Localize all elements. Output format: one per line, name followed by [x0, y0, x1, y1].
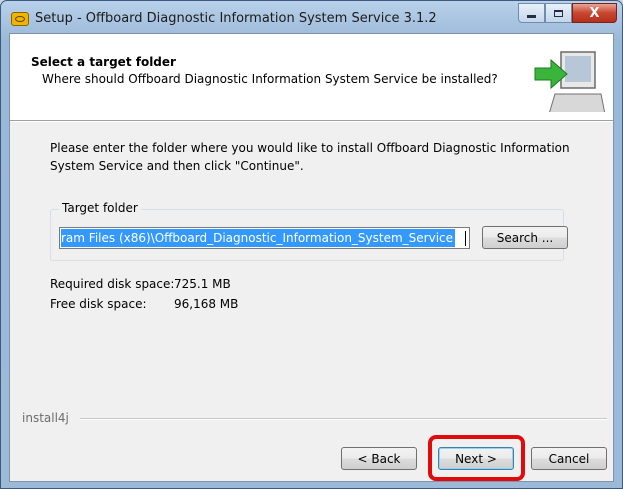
installer-app-icon [11, 12, 29, 26]
intro-text: Please enter the folder where you would … [50, 141, 570, 173]
target-folder-input[interactable]: ram Files (x86)\Offboard_Diagnostic_Info… [59, 227, 470, 249]
free-space-value: 96,168 MB [174, 297, 239, 311]
header-divider [10, 121, 613, 122]
target-folder-group: Target folder ram Files (x86)\Offboard_D… [50, 201, 568, 261]
back-button[interactable]: < Back [341, 447, 417, 470]
free-space-label: Free disk space: [50, 297, 147, 311]
computer-install-icon [534, 51, 605, 112]
search-button[interactable]: Search ... [482, 226, 568, 249]
maximize-icon [554, 9, 563, 17]
caption-buttons: X [518, 3, 617, 23]
close-icon: X [589, 5, 600, 21]
target-folder-label: Target folder [59, 201, 141, 215]
minimize-icon [527, 15, 536, 18]
text-caret [465, 231, 466, 246]
required-space-value: 725.1 MB [174, 277, 231, 291]
title-bar[interactable]: Setup - Offboard Diagnostic Information … [1, 1, 622, 33]
setup-window: Setup - Offboard Diagnostic Information … [0, 0, 623, 489]
target-folder-value: ram Files (x86)\Offboard_Diagnostic_Info… [61, 229, 456, 247]
wizard-header: Select a target folder Where should Offb… [10, 34, 613, 121]
close-button[interactable]: X [572, 3, 617, 23]
footer-divider [80, 418, 607, 420]
minimize-button[interactable] [518, 3, 545, 23]
page-title: Select a target folder [31, 55, 176, 69]
cancel-button[interactable]: Cancel [531, 447, 607, 470]
next-button-highlight [428, 435, 525, 481]
maximize-button[interactable] [545, 3, 572, 23]
dialog-client-area: Select a target folder Where should Offb… [9, 33, 614, 482]
page-subtitle: Where should Offboard Diagnostic Informa… [42, 72, 498, 86]
install4j-brand: install4j [22, 411, 69, 425]
required-space-label: Required disk space: [50, 277, 175, 291]
window-title: Setup - Offboard Diagnostic Information … [35, 11, 437, 26]
